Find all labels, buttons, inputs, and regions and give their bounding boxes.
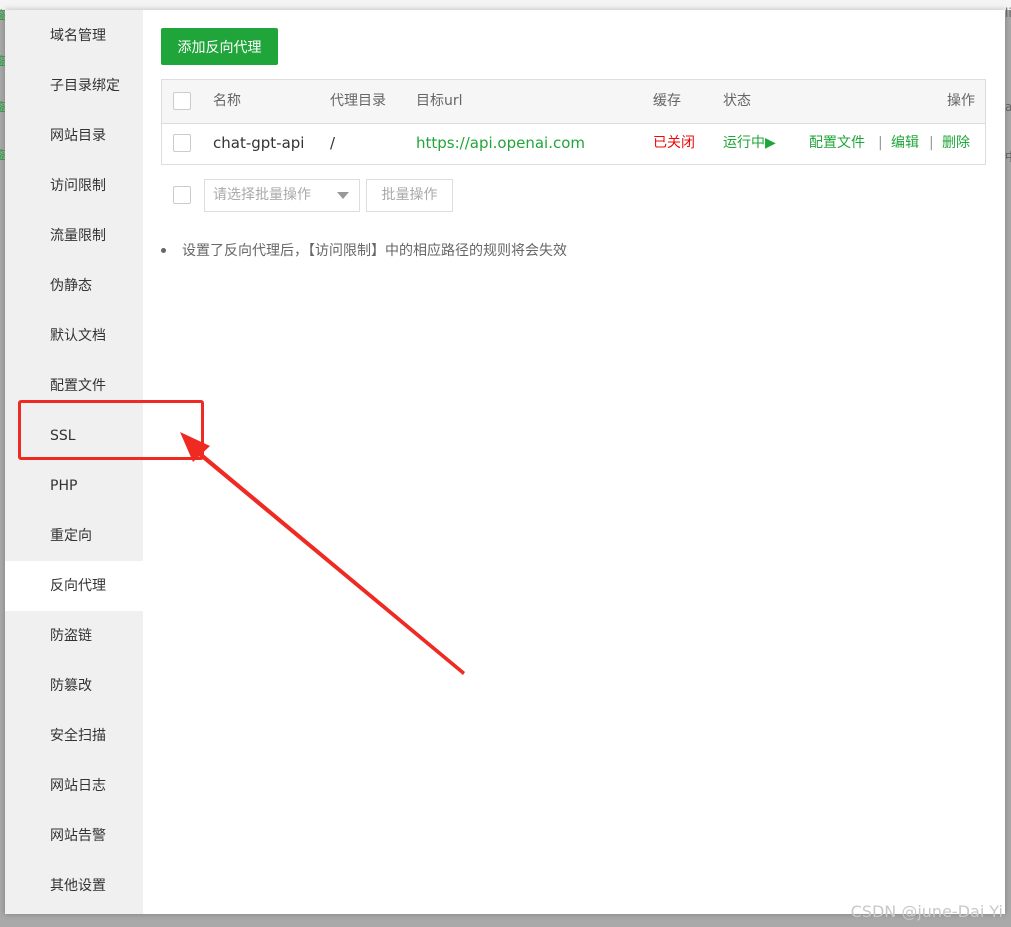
column-header-name: 名称 (213, 93, 241, 109)
sidebar-item-site-log[interactable]: 网站日志 (5, 761, 143, 811)
row-name: chat-gpt-api (213, 134, 305, 152)
sidebar-item-subdir-binding[interactable]: 子目录绑定 (5, 61, 143, 111)
sidebar-item-default-doc[interactable]: 默认文档 (5, 311, 143, 361)
column-header-status: 状态 (723, 93, 751, 109)
add-reverse-proxy-button[interactable]: 添加反向代理 (161, 28, 278, 65)
sidebar-item-access-limit[interactable]: 访问限制 (5, 161, 143, 211)
row-cache-status[interactable]: 已关闭 (653, 123, 695, 164)
proxy-table: 名称 代理目录 目标url 缓存 状态 操作 chat-gpt-api / ht… (161, 79, 986, 165)
background-fragment: 中 (1005, 148, 1011, 165)
action-separator: | (929, 135, 934, 151)
sidebar-item-tamper-proof[interactable]: 防篡改 (5, 661, 143, 711)
action-separator: | (878, 135, 883, 151)
row-delete-link[interactable]: 删除 (942, 123, 970, 164)
sidebar-item-other-settings[interactable]: 其他设置 (5, 861, 143, 911)
sidebar-item-reverse-proxy[interactable]: 反向代理 (5, 561, 143, 611)
batch-select-all-checkbox[interactable] (173, 186, 191, 204)
sidebar-item-redirect[interactable]: 重定向 (5, 511, 143, 561)
background-fragment: li (1005, 6, 1011, 20)
sidebar-item-rewrite[interactable]: 伪静态 (5, 261, 143, 311)
column-header-cache: 缓存 (653, 93, 681, 109)
table-header: 名称 代理目录 目标url 缓存 状态 操作 (162, 80, 985, 124)
sidebar-item-site-directory[interactable]: 网站目录 (5, 111, 143, 161)
site-settings-dialog: 域名管理 子目录绑定 网站目录 访问限制 流量限制 伪静态 默认文档 配置文件 … (5, 10, 1005, 914)
row-checkbox[interactable] (173, 134, 191, 152)
sidebar-item-hotlink[interactable]: 防盗链 (5, 611, 143, 661)
sidebar-item-traffic-limit[interactable]: 流量限制 (5, 211, 143, 261)
sidebar-item-domain[interactable]: 域名管理 (5, 11, 143, 61)
sidebar-item-site-alert[interactable]: 网站告警 (5, 811, 143, 861)
table-row: chat-gpt-api / https://api.openai.com 已关… (162, 123, 985, 164)
select-all-checkbox[interactable] (173, 92, 191, 110)
row-run-status[interactable]: 运行中▶ (723, 123, 776, 164)
ssl-highlight-box (18, 400, 204, 460)
row-proxy-dir: / (330, 134, 336, 152)
settings-sidebar: 域名管理 子目录绑定 网站目录 访问限制 流量限制 伪静态 默认文档 配置文件 … (5, 10, 143, 914)
sidebar-item-php[interactable]: PHP (5, 461, 143, 511)
sidebar-item-security-scan[interactable]: 安全扫描 (5, 711, 143, 761)
batch-select-placeholder: 请选择批量操作 (213, 187, 311, 203)
chevron-down-icon (337, 192, 349, 199)
row-target-url: https://api.openai.com (416, 134, 586, 152)
column-header-target-url: 目标url (416, 93, 463, 109)
background-fragment: a (1005, 100, 1011, 114)
batch-operation-select[interactable]: 请选择批量操作 (204, 179, 360, 212)
row-config-file-link[interactable]: 配置文件 (809, 123, 865, 164)
column-header-actions: 操作 (947, 93, 975, 109)
row-edit-link[interactable]: 编辑 (891, 123, 919, 164)
batch-operation-button[interactable]: 批量操作 (366, 179, 453, 212)
watermark: CSDN @june-Dai Yi (850, 902, 1003, 921)
background-page (0, 0, 1011, 10)
bullet-icon (161, 248, 166, 253)
reverse-proxy-panel: 添加反向代理 名称 代理目录 目标url 缓存 状态 操作 chat-gpt-a… (143, 10, 1005, 914)
tip-text: 设置了反向代理后，【访问限制】中的相应路径的规则将会失效 (182, 243, 567, 259)
column-header-proxy-dir: 代理目录 (330, 93, 386, 109)
